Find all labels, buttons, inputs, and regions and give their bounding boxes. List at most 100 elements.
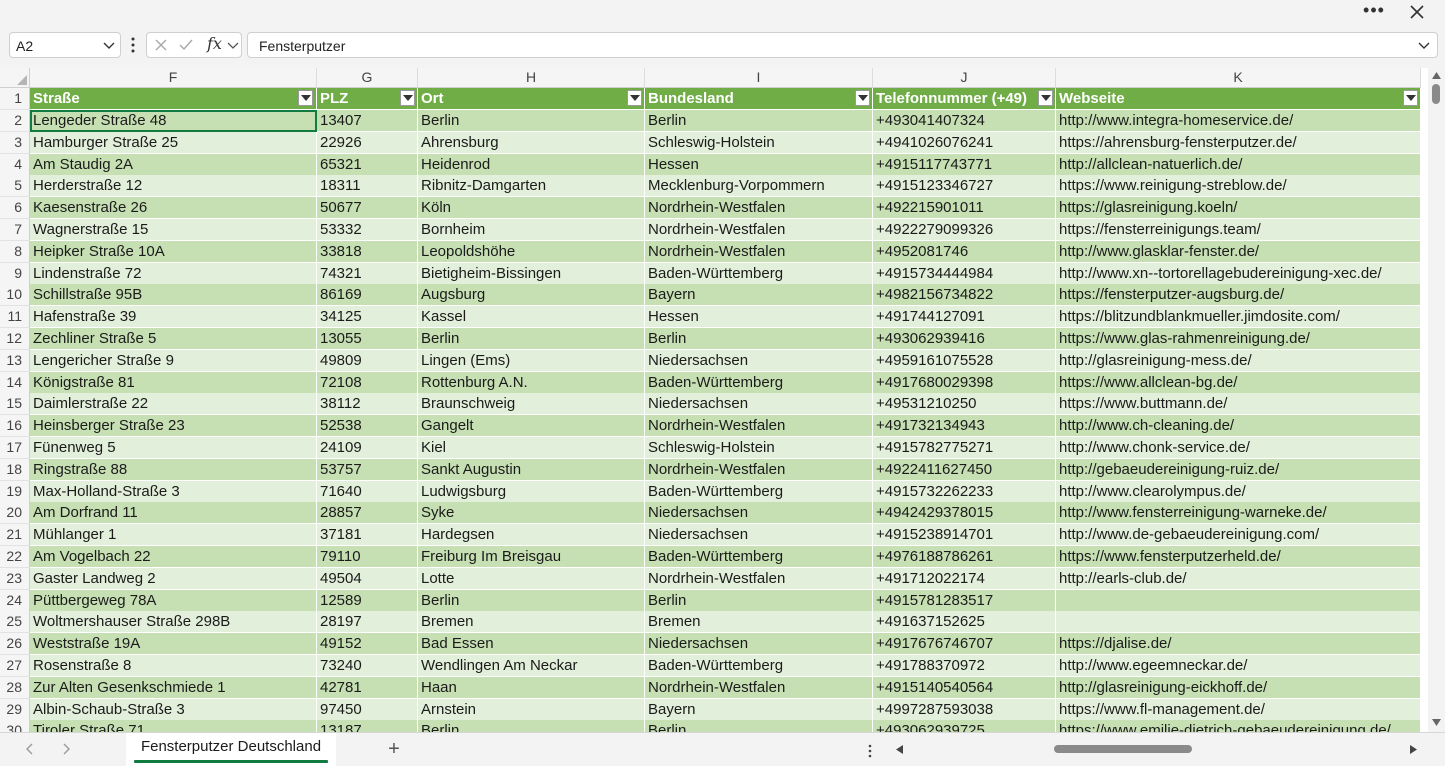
cell-plz[interactable]: 13187	[317, 720, 418, 732]
row-number[interactable]: 25	[0, 611, 30, 634]
row-number[interactable]: 15	[0, 393, 30, 416]
cell-telefonnummer[interactable]: +4915117743771	[873, 153, 1056, 176]
cell-webseite[interactable]: https://www.fensterputzerheld.de/	[1056, 546, 1421, 568]
cell-strasse[interactable]: Zechliner Straße 5	[30, 328, 317, 350]
cell-ort[interactable]: Leopoldshöhe	[418, 240, 645, 263]
horizontal-scrollbar[interactable]	[890, 739, 1428, 759]
cell-bundesland[interactable]: Baden-Württemberg	[645, 371, 873, 394]
cell-strasse[interactable]: Königstraße 81	[30, 371, 317, 394]
cell-bundesland[interactable]: Nordrhein-Westfalen	[645, 458, 873, 481]
cell-telefonnummer[interactable]: +492215901011	[873, 197, 1056, 220]
scroll-right-icon[interactable]	[1409, 744, 1418, 755]
cell-strasse[interactable]: Tiroler Straße 71	[30, 720, 317, 732]
cell-plz[interactable]: 24109	[317, 437, 418, 459]
cell-webseite[interactable]: https://fensterreinigungs.team/	[1056, 219, 1421, 241]
filter-dropdown-button[interactable]	[627, 90, 642, 106]
row-number[interactable]: 6	[0, 197, 30, 220]
cell-strasse[interactable]: Ringstraße 88	[30, 458, 317, 481]
cell-plz[interactable]: 73240	[317, 655, 418, 677]
row-number[interactable]: 10	[0, 284, 30, 307]
cell-webseite[interactable]: http://gebaeudereinigung-ruiz.de/	[1056, 458, 1421, 481]
cell-bundesland[interactable]: Hessen	[645, 153, 873, 176]
row-number[interactable]: 24	[0, 589, 30, 612]
cell-ort[interactable]: Kassel	[418, 306, 645, 329]
cell-strasse[interactable]: Hamburger Straße 25	[30, 131, 317, 154]
formula-input[interactable]: Fensterputzer	[247, 32, 1438, 58]
cell-strasse[interactable]: Weststraße 19A	[30, 633, 317, 656]
row-number[interactable]: 26	[0, 633, 30, 656]
cell-telefonnummer[interactable]: +4976188786261	[873, 546, 1056, 568]
row-number[interactable]: 27	[0, 655, 30, 677]
cell-plz[interactable]: 52538	[317, 415, 418, 438]
cell-webseite[interactable]	[1056, 611, 1421, 634]
cell-plz[interactable]: 53332	[317, 219, 418, 241]
cell-telefonnummer[interactable]: +4915140540564	[873, 676, 1056, 699]
column-header-i[interactable]: I	[645, 68, 873, 88]
cell-ort[interactable]: Berlin	[418, 589, 645, 612]
cell-telefonnummer[interactable]: +49531210250	[873, 393, 1056, 416]
cell-plz[interactable]: 74321	[317, 262, 418, 285]
scroll-down-icon[interactable]	[1431, 718, 1442, 727]
cell-strasse[interactable]: Rosenstraße 8	[30, 655, 317, 677]
cell-webseite[interactable]: https://fensterputzer-augsburg.de/	[1056, 284, 1421, 307]
cell-strasse[interactable]: Heipker Straße 10A	[30, 240, 317, 263]
cell-plz[interactable]: 49809	[317, 349, 418, 372]
cell-telefonnummer[interactable]: +493041407324	[873, 110, 1056, 132]
cell-webseite[interactable]: http://www.clearolympus.de/	[1056, 480, 1421, 503]
column-header-f[interactable]: F	[30, 68, 317, 88]
cell-strasse[interactable]: Lindenstraße 72	[30, 262, 317, 285]
header-cell-strasse[interactable]: Straße	[30, 88, 317, 110]
cell-ort[interactable]: Ribnitz-Damgarten	[418, 175, 645, 198]
row-number[interactable]: 20	[0, 502, 30, 525]
vertical-dots-icon[interactable]	[128, 35, 138, 55]
cell-plz[interactable]: 65321	[317, 153, 418, 176]
cell-ort[interactable]: Lotte	[418, 567, 645, 590]
cell-telefonnummer[interactable]: +4952081746	[873, 240, 1056, 263]
cell-webseite[interactable]: http://www.integra-homeservice.de/	[1056, 110, 1421, 132]
cell-webseite[interactable]: http://allclean-natuerlich.de/	[1056, 153, 1421, 176]
header-cell-webseite[interactable]: Webseite	[1056, 88, 1421, 110]
chevron-right-icon[interactable]	[58, 741, 74, 757]
cell-bundesland[interactable]: Nordrhein-Westfalen	[645, 197, 873, 220]
cell-telefonnummer[interactable]: +4915732262233	[873, 480, 1056, 503]
cell-telefonnummer[interactable]: +4997287593038	[873, 698, 1056, 721]
cell-strasse[interactable]: Kaesenstraße 26	[30, 197, 317, 220]
cell-bundesland[interactable]: Bremen	[645, 611, 873, 634]
cell-webseite[interactable]: http://www.ch-cleaning.de/	[1056, 415, 1421, 438]
cell-bundesland[interactable]: Baden-Württemberg	[645, 655, 873, 677]
cancel-icon[interactable]	[153, 37, 169, 53]
enter-check-icon[interactable]	[178, 37, 194, 53]
row-number[interactable]: 16	[0, 415, 30, 438]
insert-function-button[interactable]: fx	[207, 34, 222, 53]
cell-bundesland[interactable]: Bayern	[645, 284, 873, 307]
row-number[interactable]: 23	[0, 567, 30, 590]
cell-ort[interactable]: Hardegsen	[418, 524, 645, 547]
sheet-tab-active[interactable]: Fensterputzer Deutschland	[126, 733, 336, 766]
cell-telefonnummer[interactable]: +493062939416	[873, 328, 1056, 350]
cell-webseite[interactable]: https://glasreinigung.koeln/	[1056, 197, 1421, 220]
cell-strasse[interactable]: Heinsberger Straße 23	[30, 415, 317, 438]
cell-strasse[interactable]: Am Dorfrand 11	[30, 502, 317, 525]
cell-telefonnummer[interactable]: +4915782775271	[873, 437, 1056, 459]
cell-webseite[interactable]: https://www.reinigung-streblow.de/	[1056, 175, 1421, 198]
name-box[interactable]: A2	[9, 32, 121, 58]
cell-plz[interactable]: 72108	[317, 371, 418, 394]
cell-strasse[interactable]: Am Vogelbach 22	[30, 546, 317, 568]
cell-plz[interactable]: 86169	[317, 284, 418, 307]
cell-telefonnummer[interactable]: +4915123346727	[873, 175, 1056, 198]
cell-bundesland[interactable]: Nordrhein-Westfalen	[645, 567, 873, 590]
cell-telefonnummer[interactable]: +4917676746707	[873, 633, 1056, 656]
add-sheet-button[interactable]: +	[384, 739, 404, 759]
cell-ort[interactable]: Sankt Augustin	[418, 458, 645, 481]
cell-telefonnummer[interactable]: +491712022174	[873, 567, 1056, 590]
cell-webseite[interactable]: https://www.buttmann.de/	[1056, 393, 1421, 416]
select-all-corner[interactable]	[0, 68, 30, 88]
cell-plz[interactable]: 13055	[317, 328, 418, 350]
cell-bundesland[interactable]: Berlin	[645, 589, 873, 612]
cell-bundesland[interactable]: Baden-Württemberg	[645, 546, 873, 568]
cell-strasse[interactable]: Zur Alten Gesenkschmiede 1	[30, 676, 317, 699]
cell-bundesland[interactable]: Nordrhein-Westfalen	[645, 219, 873, 241]
cell-plz[interactable]: 34125	[317, 306, 418, 329]
close-button[interactable]	[1404, 0, 1430, 24]
column-header-g[interactable]: G	[317, 68, 418, 88]
